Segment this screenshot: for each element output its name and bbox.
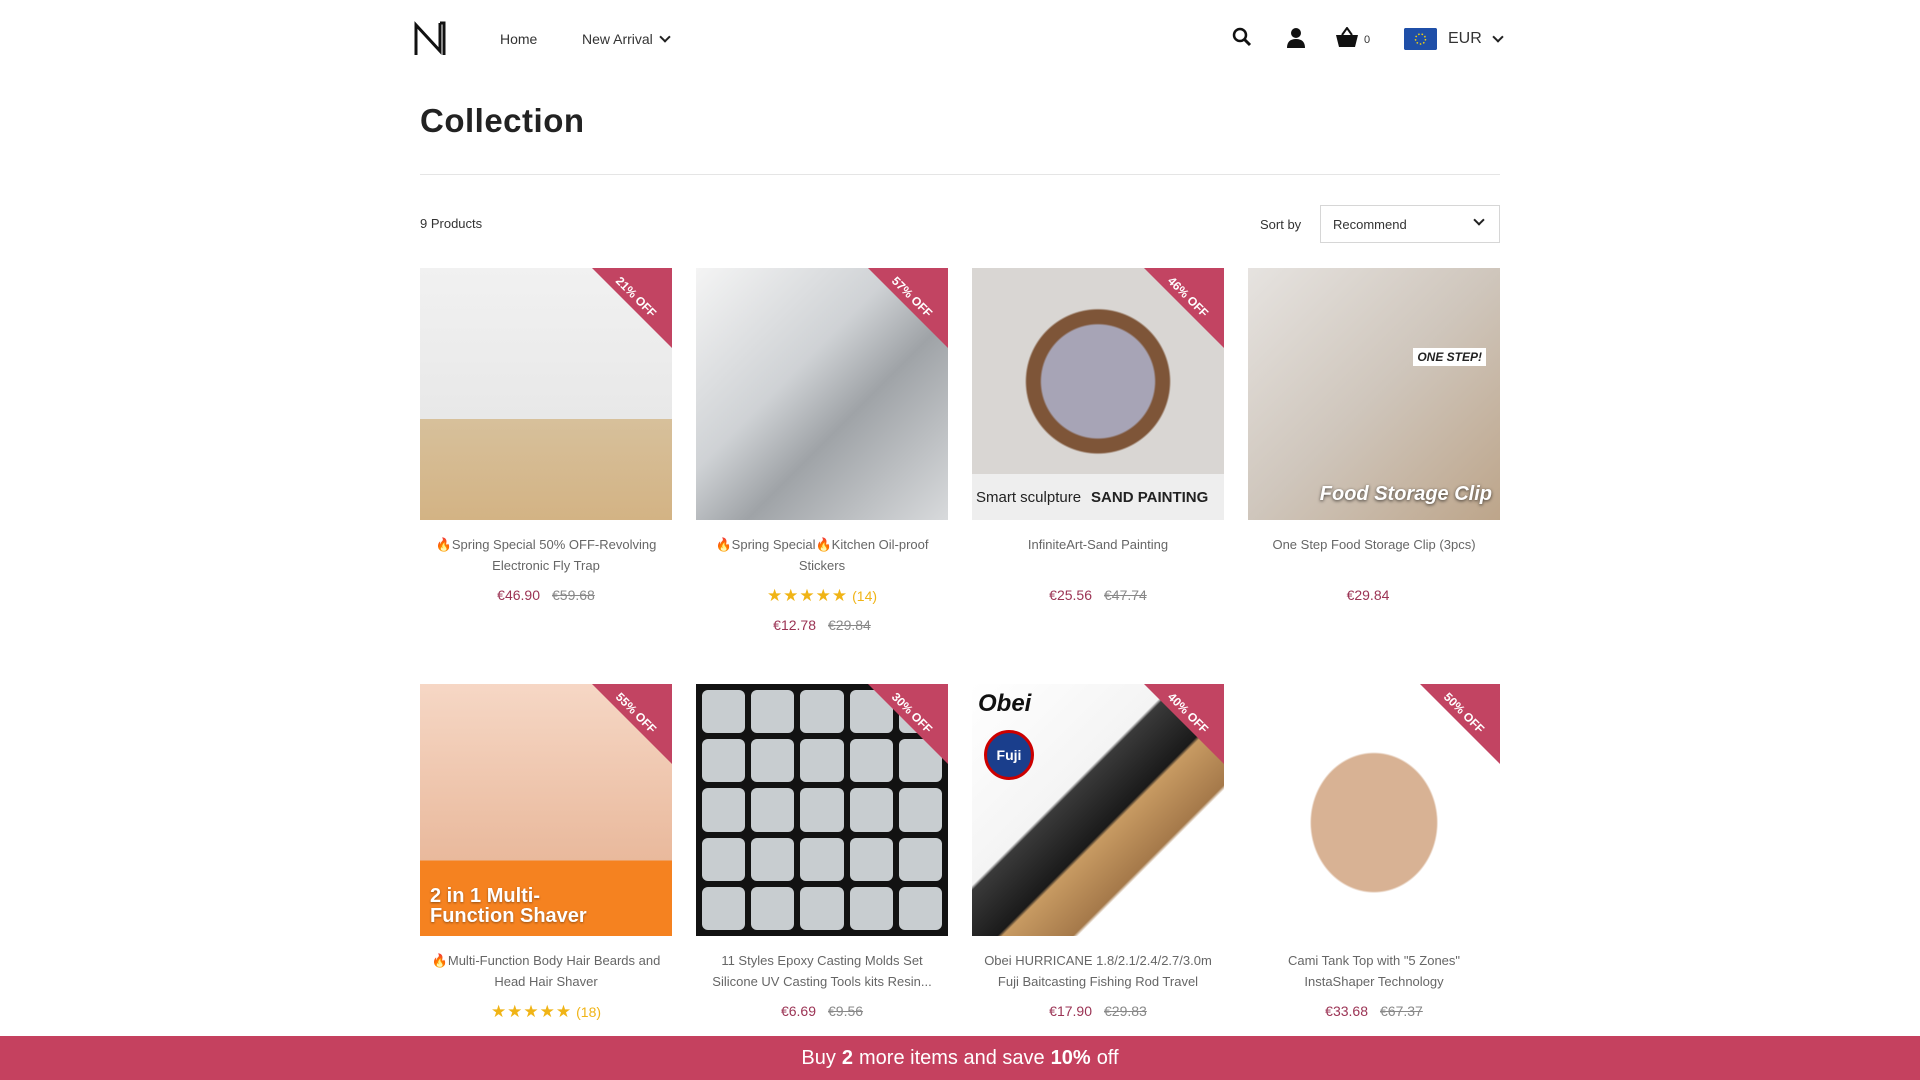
product-image[interactable]: 55% OFF 2 in 1 Multi-Function Shaver — [420, 684, 672, 936]
product-prices: €6.69 €9.56 — [696, 1003, 948, 1019]
discount-ribbon — [868, 268, 948, 348]
product-price: €46.90 — [497, 587, 540, 603]
product-image[interactable]: Obei Fuji 40% OFF — [972, 684, 1224, 936]
product-card[interactable]: 57% OFF 🔥Spring Special🔥Kitchen Oil-proo… — [696, 268, 948, 633]
product-name[interactable]: 🔥Spring Special🔥Kitchen Oil-proof Sticke… — [696, 534, 948, 576]
product-prices: €17.90 €29.83 — [972, 1003, 1224, 1019]
product-old-price: €59.68 — [552, 587, 595, 603]
chevron-down-icon — [659, 31, 671, 43]
discount-ribbon — [868, 684, 948, 764]
product-count: 9 Products — [420, 216, 483, 231]
product-prices: €46.90 €59.68 — [420, 587, 672, 603]
chevron-down-icon — [1492, 31, 1504, 43]
nav-new-arrival-label: New Arrival — [582, 31, 653, 47]
product-price: €29.84 — [1346, 587, 1390, 603]
image-caption: Smart sculpture SAND PAINTING — [972, 474, 1224, 520]
product-name[interactable]: Obei HURRICANE 1.8/2.1/2.4/2.7/3.0m Fuji… — [972, 950, 1224, 992]
product-prices: €25.56 €47.74 — [972, 587, 1224, 603]
logo-icon[interactable] — [413, 21, 447, 57]
search-icon[interactable] — [1232, 27, 1252, 47]
product-price: €25.56 — [1049, 587, 1092, 603]
product-old-price: €29.84 — [828, 617, 871, 633]
product-card[interactable]: 30% OFF 11 Styles Epoxy Casting Molds Se… — [696, 684, 948, 1019]
product-prices: €29.84 — [1248, 587, 1500, 603]
product-image[interactable]: 21% OFF — [420, 268, 672, 520]
discount-ribbon — [1420, 684, 1500, 764]
eu-flag-icon[interactable] — [1404, 28, 1437, 50]
promo-count: 2 — [841, 1046, 854, 1069]
product-price: €12.78 — [773, 617, 816, 633]
product-name[interactable]: One Step Food Storage Clip (3pcs) — [1248, 534, 1500, 576]
site-header: Home New Arrival 0 EUR — [0, 0, 1920, 80]
image-caption: Food Storage Clip — [1319, 483, 1492, 505]
image-caption: 2 in 1 Multi-Function Shaver — [430, 885, 587, 927]
product-name[interactable]: 🔥Spring Special 50% OFF-Revolving Electr… — [420, 534, 672, 576]
discount-ribbon — [592, 684, 672, 764]
product-card[interactable]: Obei Fuji 40% OFF Obei HURRICANE 1.8/2.1… — [972, 684, 1224, 1019]
product-image[interactable]: 50% OFF — [1248, 684, 1500, 936]
rating: ★★★★★ (18) — [420, 1002, 672, 1022]
image-brand: Obei — [978, 690, 1032, 717]
product-price: €6.69 — [780, 1003, 816, 1019]
product-name[interactable]: InfiniteArt-Sand Painting — [972, 534, 1224, 576]
product-card[interactable]: 50% OFF Cami Tank Top with "5 Zones" Ins… — [1248, 684, 1500, 1019]
product-card[interactable]: 46% OFF Smart sculpture SAND PAINTING In… — [972, 268, 1224, 603]
image-badge: Fuji — [984, 730, 1034, 780]
image-tag: ONE STEP! — [1413, 348, 1486, 366]
page-title: Collection — [420, 102, 585, 139]
product-price: €33.68 — [1325, 1003, 1368, 1019]
product-name[interactable]: 11 Styles Epoxy Casting Molds Set Silico… — [696, 950, 948, 992]
star-icon: ★★★★★ — [490, 1002, 573, 1021]
product-prices: €33.68 €67.37 — [1248, 1003, 1500, 1019]
product-old-price: €47.74 — [1104, 587, 1147, 603]
product-image[interactable]: 30% OFF — [696, 684, 948, 936]
sort-label: Sort by — [1260, 217, 1302, 232]
star-icon: ★★★★★ — [766, 586, 849, 605]
promo-prefix: Buy — [801, 1046, 836, 1069]
promo-percent: 10% — [1050, 1046, 1091, 1069]
review-count: (18) — [576, 1004, 602, 1020]
rating: ★★★★★ (14) — [696, 586, 948, 606]
product-card[interactable]: 21% OFF 🔥Spring Special 50% OFF-Revolvin… — [420, 268, 672, 603]
product-image[interactable]: 57% OFF — [696, 268, 948, 520]
chevron-down-icon — [1473, 214, 1485, 226]
user-icon[interactable] — [1286, 27, 1306, 49]
product-prices: €12.78 €29.84 — [696, 617, 948, 633]
sort-select[interactable]: Recommend — [1320, 205, 1500, 243]
promo-suffix: off — [1096, 1046, 1119, 1069]
image-caption-left: Smart sculpture — [976, 488, 1082, 506]
product-name[interactable]: 🔥Multi-Function Body Hair Beards and Hea… — [420, 950, 672, 992]
promo-middle: more items and save — [859, 1046, 1045, 1069]
product-image[interactable]: ONE STEP! Food Storage Clip — [1248, 268, 1500, 520]
nav-home-link[interactable]: Home — [500, 31, 537, 47]
discount-ribbon — [592, 268, 672, 348]
product-card[interactable]: ONE STEP! Food Storage Clip One Step Foo… — [1248, 268, 1500, 603]
product-old-price: €67.37 — [1380, 1003, 1423, 1019]
product-old-price: €9.56 — [828, 1003, 864, 1019]
product-image[interactable]: 46% OFF Smart sculpture SAND PAINTING — [972, 268, 1224, 520]
cart-count-badge: 0 — [1364, 34, 1371, 46]
promo-bar[interactable]: Buy 2 more items and save 10% off — [0, 1036, 1920, 1080]
sort-select-value: Recommend — [1333, 217, 1407, 232]
currency-selector[interactable]: EUR — [1448, 30, 1504, 48]
product-old-price: €29.83 — [1104, 1003, 1147, 1019]
product-name[interactable]: Cami Tank Top with "5 Zones" InstaShaper… — [1248, 950, 1500, 992]
review-count: (14) — [852, 588, 878, 604]
product-price: €17.90 — [1049, 1003, 1092, 1019]
product-card[interactable]: 55% OFF 2 in 1 Multi-Function Shaver 🔥Mu… — [420, 684, 672, 1022]
cart-icon[interactable] — [1335, 27, 1359, 49]
currency-label: EUR — [1448, 30, 1482, 47]
discount-ribbon — [1144, 268, 1224, 348]
image-caption-right: SAND PAINTING — [1091, 488, 1209, 506]
divider — [420, 174, 1500, 175]
nav-new-arrival-dropdown[interactable]: New Arrival — [582, 31, 671, 47]
discount-ribbon — [1144, 684, 1224, 764]
